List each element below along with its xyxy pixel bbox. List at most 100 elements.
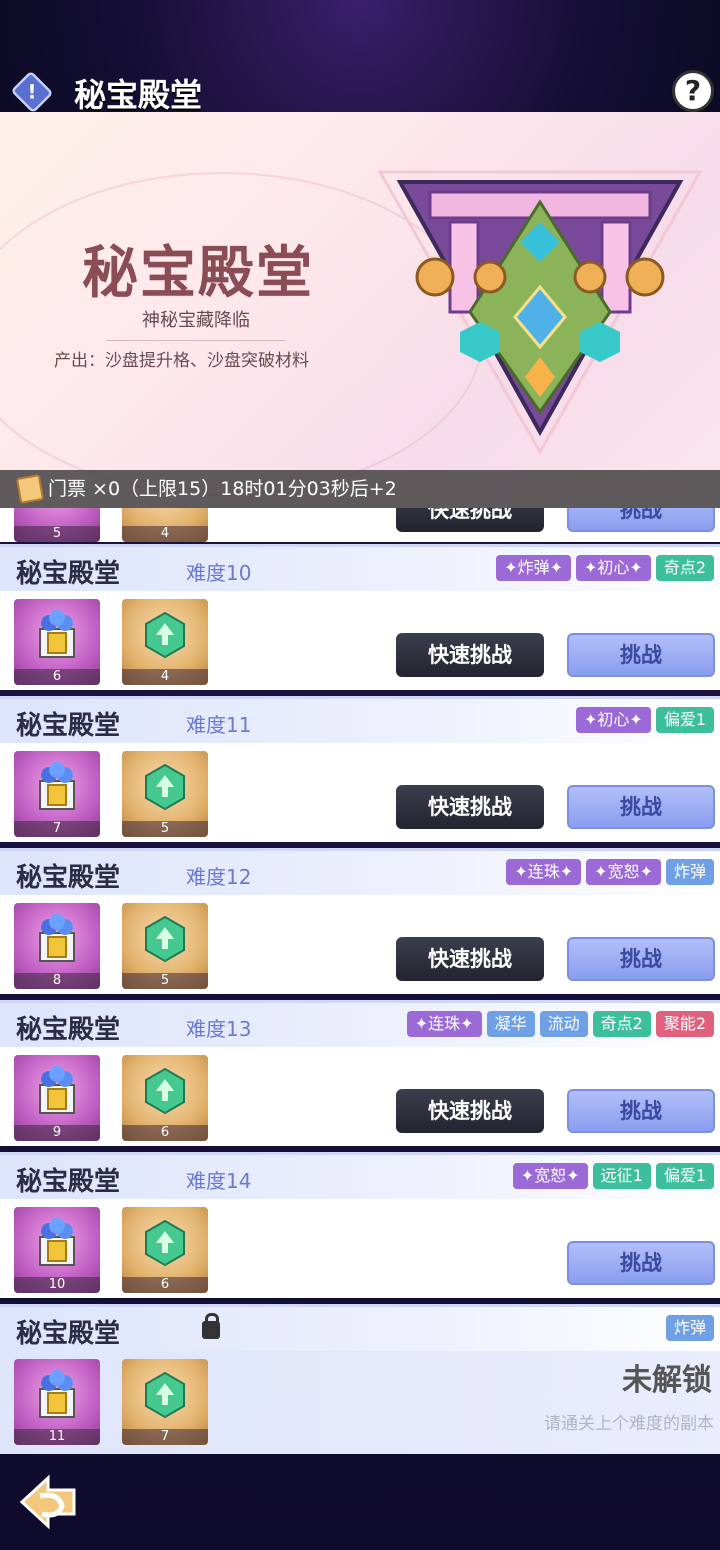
help-button[interactable]: ? <box>672 70 714 112</box>
locked-title: 未解锁 <box>622 1363 712 1398</box>
item-count: 7 <box>14 821 100 837</box>
ticket-bar: 门票 ×0（上限15）18时01分03秒后+2 <box>0 470 720 508</box>
quick-challenge-button[interactable]: 快速挑战 <box>396 785 544 829</box>
upgrade-gem-icon <box>145 1067 185 1115</box>
item-count: 11 <box>14 1429 100 1445</box>
stage-difficulty: 难度11 <box>186 713 252 737</box>
item-count: 5 <box>122 821 208 837</box>
locked-hint: 请通关上个难度的副本 <box>544 1414 714 1434</box>
challenge-button[interactable]: 挑战 <box>567 633 715 677</box>
upgrade-gem-item[interactable]: 5 <box>122 903 208 989</box>
quick-challenge-button[interactable]: 快速挑战 <box>396 1089 544 1133</box>
stage-name: 秘宝殿堂 <box>16 1015 121 1045</box>
upgrade-gem-icon <box>145 611 185 659</box>
upgrade-gem-icon <box>145 915 185 963</box>
stage-difficulty: 难度13 <box>186 1017 252 1041</box>
event-banner: 秘宝殿堂 神秘宝藏降临 产出：沙盘提升格、沙盘突破材料 <box>0 112 720 508</box>
lock-icon <box>202 1313 220 1339</box>
upgrade-gem-item[interactable]: 4 <box>122 508 208 542</box>
ticket-text: 门票 ×0（上限15）18时01分03秒后+2 <box>48 478 397 500</box>
treasure-box-item[interactable]: 7 <box>14 751 100 837</box>
treasure-box-icon <box>39 610 75 658</box>
item-count: 9 <box>14 1125 100 1141</box>
upgrade-gem-item[interactable]: 5 <box>122 751 208 837</box>
stage-tag: 炸弹 <box>665 859 714 885</box>
stage-tag: ✦初心✦ <box>575 555 651 581</box>
stage-tags: ✦连珠✦ 凝华 流动 奇点2 聚能2 <box>406 1011 714 1037</box>
item-count: 5 <box>122 973 208 989</box>
stage-tag: ✦连珠✦ <box>506 859 582 885</box>
stage-tag: 奇点2 <box>655 555 714 581</box>
upgrade-gem-item[interactable]: 6 <box>122 1055 208 1141</box>
stage-tags: ✦宽恕✦ 远征1 偏爱1 <box>512 1163 714 1189</box>
stage-tag: ✦炸弹✦ <box>496 555 571 581</box>
treasure-box-item[interactable]: 10 <box>14 1207 100 1293</box>
stage-card: 秘宝殿堂 难度13 ✦连珠✦ 凝华 流动 奇点2 聚能2 9 6 快速挑战 挑战 <box>0 1000 720 1146</box>
upgrade-gem-item[interactable]: 7 <box>122 1359 208 1445</box>
stage-card: 秘宝殿堂 难度12 ✦连珠✦ ✦宽恕✦ 炸弹 8 5 快速挑战 挑战 <box>0 848 720 994</box>
partial-stage-card: 5 4 快速挑战 挑战 <box>0 508 720 542</box>
stage-tag: 炸弹 <box>665 1315 714 1341</box>
stage-tag: 偏爱1 <box>655 1163 714 1189</box>
stage-tags: ✦初心✦ 偏爱1 <box>575 707 714 733</box>
stage-difficulty: 难度14 <box>186 1169 252 1193</box>
stage-card: 秘宝殿堂 难度14 ✦宽恕✦ 远征1 偏爱1 10 6 挑战 <box>0 1152 720 1298</box>
treasure-box-item[interactable]: 6 <box>14 599 100 685</box>
treasure-box-icon <box>39 914 75 962</box>
item-count: 7 <box>122 1429 208 1445</box>
challenge-button[interactable]: 挑战 <box>567 508 715 532</box>
stage-name: 秘宝殿堂 <box>16 559 121 589</box>
upgrade-gem-icon <box>145 1371 185 1419</box>
treasure-box-icon <box>39 762 75 810</box>
stage-tag: ✦宽恕✦ <box>512 1163 588 1189</box>
treasure-box-icon <box>39 1370 75 1418</box>
treasure-box-item[interactable]: 5 <box>14 508 100 542</box>
banner-output: 产出：沙盘提升格、沙盘突破材料 <box>54 351 309 371</box>
quick-challenge-button[interactable]: 快速挑战 <box>396 937 544 981</box>
stage-tags: ✦炸弹✦ ✦初心✦ 奇点2 <box>496 555 714 581</box>
stage-tag: 偏爱1 <box>655 707 714 733</box>
stage-card: 秘宝殿堂 难度11 ✦初心✦ 偏爱1 7 5 快速挑战 挑战 <box>0 696 720 842</box>
item-count: 6 <box>122 1277 208 1293</box>
info-icon: ! <box>27 80 37 104</box>
challenge-button[interactable]: 挑战 <box>567 1089 715 1133</box>
page-title: 秘宝殿堂 <box>74 76 203 114</box>
stage-tag: 远征1 <box>592 1163 651 1189</box>
quick-challenge-button[interactable]: 快速挑战 <box>396 508 544 532</box>
item-count: 4 <box>122 526 208 542</box>
banner-subtitle: 神秘宝藏降临 <box>106 306 286 341</box>
stage-tag: 流动 <box>539 1011 588 1037</box>
top-bar: ! 秘宝殿堂 ? <box>0 0 720 114</box>
treasure-box-item[interactable]: 8 <box>14 903 100 989</box>
stage-name: 秘宝殿堂 <box>16 711 121 741</box>
treasure-box-item[interactable]: 11 <box>14 1359 100 1445</box>
stage-difficulty: 难度12 <box>186 865 252 889</box>
treasure-box-item[interactable]: 9 <box>14 1055 100 1141</box>
stage-tag: 奇点2 <box>592 1011 651 1037</box>
upgrade-gem-item[interactable]: 6 <box>122 1207 208 1293</box>
stage-tag: 凝华 <box>486 1011 535 1037</box>
quick-challenge-button[interactable]: 快速挑战 <box>396 633 544 677</box>
challenge-button[interactable]: 挑战 <box>567 785 715 829</box>
item-count: 6 <box>122 1125 208 1141</box>
challenge-button[interactable]: 挑战 <box>567 937 715 981</box>
stage-card: 秘宝殿堂 难度10 ✦炸弹✦ ✦初心✦ 奇点2 6 4 快速挑战 挑战 <box>0 544 720 690</box>
upgrade-gem-icon <box>145 1219 185 1267</box>
item-count: 10 <box>14 1277 100 1293</box>
banner-title: 秘宝殿堂 <box>82 240 314 306</box>
stage-tags: ✦连珠✦ ✦宽恕✦ 炸弹 <box>506 859 714 885</box>
challenge-button[interactable]: 挑战 <box>567 1241 715 1285</box>
item-count: 5 <box>14 526 100 542</box>
info-button[interactable]: ! <box>10 70 54 114</box>
back-arrow-icon[interactable] <box>18 1474 80 1532</box>
stage-name: 秘宝殿堂 <box>16 1167 121 1197</box>
treasure-box-icon <box>39 1066 75 1114</box>
treasure-box-icon <box>39 1218 75 1266</box>
stage-tag: 聚能2 <box>655 1011 714 1037</box>
stage-tags: 炸弹 <box>665 1315 714 1341</box>
upgrade-gem-item[interactable]: 4 <box>122 599 208 685</box>
stage-tag: ✦宽恕✦ <box>586 859 661 885</box>
upgrade-gem-icon <box>145 763 185 811</box>
ticket-icon <box>15 474 45 504</box>
stage-name: 秘宝殿堂 <box>16 1319 121 1349</box>
